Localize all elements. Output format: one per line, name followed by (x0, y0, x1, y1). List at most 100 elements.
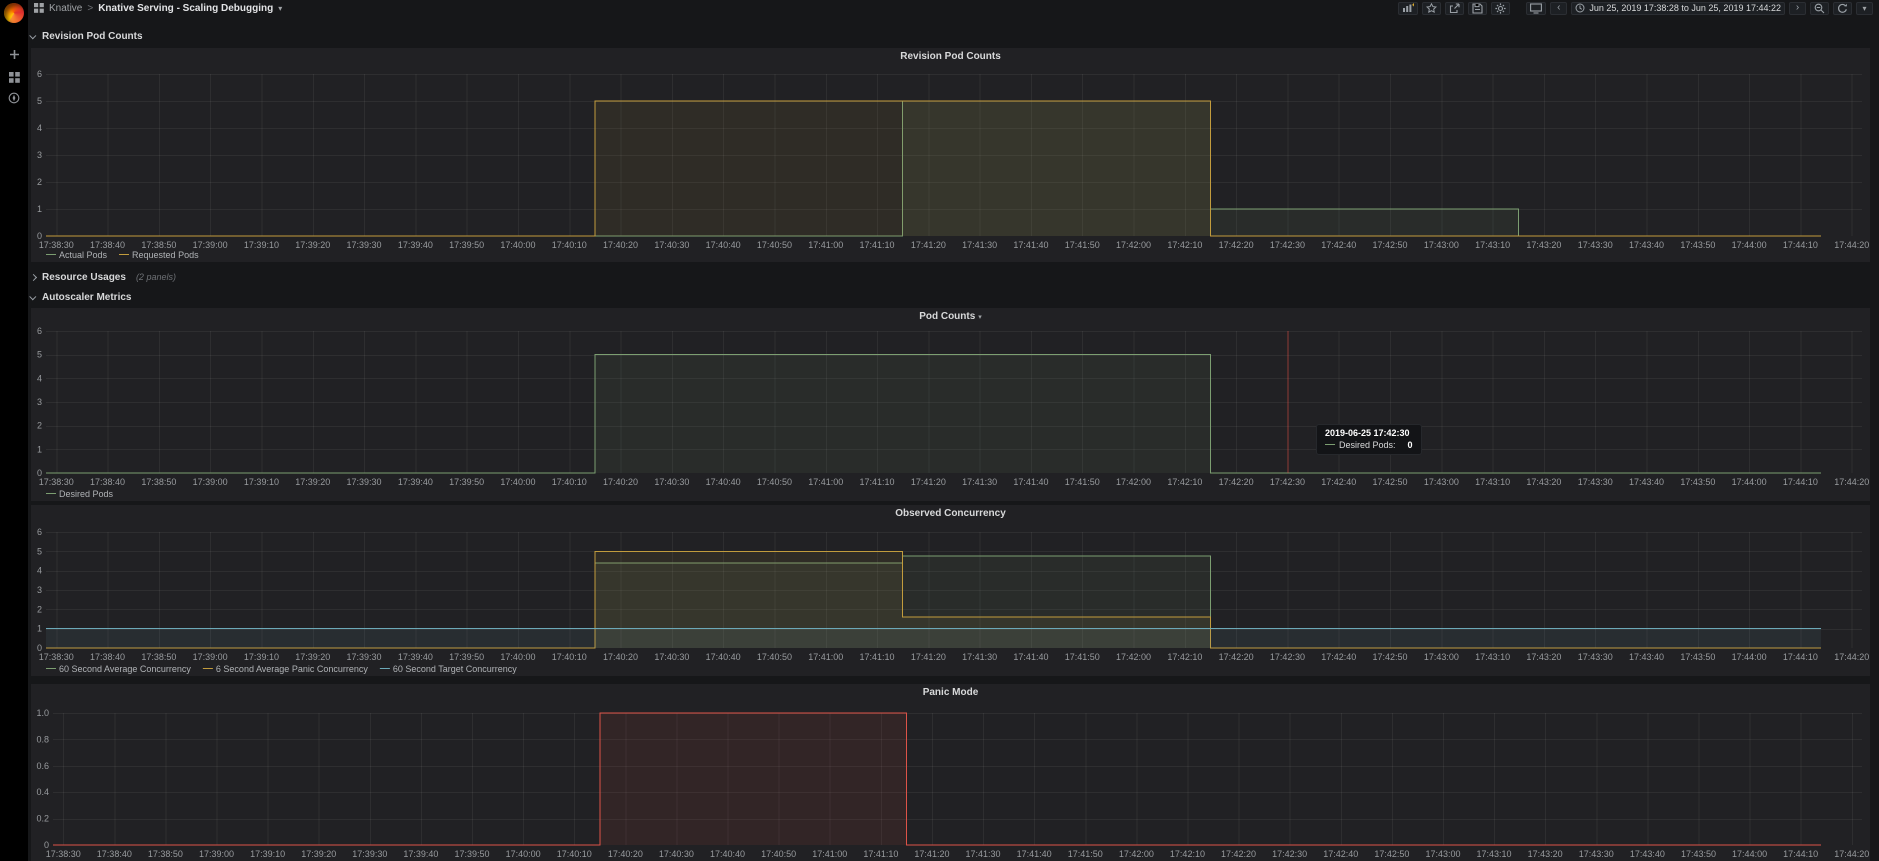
tv-mode-button[interactable] (1526, 1, 1547, 15)
panel-title[interactable]: Observed Concurrency (31, 505, 1870, 521)
settings-button[interactable] (1491, 1, 1511, 15)
svg-text:17:43:10: 17:43:10 (1475, 240, 1510, 250)
svg-text:17:40:20: 17:40:20 (603, 240, 638, 250)
panel-revision-pod-counts: Revision Pod Counts 0 1 2 3 4 5 6 17:38:30 17:38… (31, 48, 1870, 262)
svg-text:17:39:40: 17:39:40 (398, 652, 433, 662)
chart-plot[interactable]: 0 1 2 3 4 5 6 17:38:30 17:38:40 17:38:50 17:39:00 1… (31, 64, 1870, 257)
svg-text:6: 6 (37, 326, 42, 336)
svg-text:17:43:50: 17:43:50 (1680, 652, 1715, 662)
refresh-interval-caret[interactable]: ▾ (1856, 1, 1873, 15)
svg-text:17:41:50: 17:41:50 (1065, 240, 1100, 250)
svg-text:17:39:10: 17:39:10 (244, 477, 279, 487)
svg-text:17:44:00: 17:44:00 (1732, 240, 1767, 250)
svg-text:17:43:30: 17:43:30 (1578, 652, 1613, 662)
time-shift-back-button[interactable]: ‹ (1550, 1, 1568, 15)
panel-title[interactable]: Panic Mode (31, 684, 1870, 700)
grafana-logo-icon[interactable] (4, 3, 24, 23)
dashboard-title[interactable]: Knative Serving - Scaling Debugging (98, 3, 273, 14)
svg-text:1.0: 1.0 (36, 708, 49, 718)
row-resource-usages[interactable]: Resource Usages (2 panels) (29, 269, 176, 285)
legend-item[interactable]: — Desired Pods (46, 489, 113, 500)
breadcrumb-separator: > (87, 2, 94, 14)
panel-menu-caret-icon[interactable]: ▾ (978, 313, 982, 321)
svg-text:17:39:30: 17:39:30 (352, 849, 387, 859)
svg-text:17:42:50: 17:42:50 (1374, 849, 1409, 859)
svg-text:17:42:30: 17:42:30 (1270, 477, 1305, 487)
create-plus-icon[interactable] (0, 45, 28, 63)
svg-text:17:39:30: 17:39:30 (347, 652, 382, 662)
zoom-out-button[interactable] (1810, 1, 1829, 15)
svg-text:17:42:00: 17:42:00 (1116, 240, 1151, 250)
legend-label: 60 Second Average Concurrency (59, 664, 191, 674)
svg-text:17:39:40: 17:39:40 (398, 240, 433, 250)
panel-pod-counts: Pod Counts ▾ 0 1 2 3 4 5 6 17:38:30 17:38:40 17:38… (31, 308, 1870, 501)
svg-text:17:41:30: 17:41:30 (962, 652, 997, 662)
chart-legend: —60 Second Average Concurrency —6 Second … (46, 663, 517, 675)
share-button[interactable] (1445, 1, 1465, 15)
breadcrumb-folder[interactable]: Knative (49, 3, 82, 14)
time-shift-forward-button[interactable]: › (1789, 1, 1806, 15)
svg-text:17:42:30: 17:42:30 (1270, 240, 1305, 250)
svg-text:17:41:40: 17:41:40 (1013, 240, 1048, 250)
svg-text:17:44:00: 17:44:00 (1732, 477, 1767, 487)
dashboards-icon[interactable] (0, 68, 28, 86)
svg-text:2: 2 (37, 604, 42, 614)
svg-text:4: 4 (37, 373, 42, 383)
svg-text:17:44:10: 17:44:10 (1783, 849, 1818, 859)
row-revision-pod-counts[interactable]: Revision Pod Counts (29, 28, 143, 44)
svg-text:17:40:40: 17:40:40 (710, 849, 745, 859)
svg-text:17:39:10: 17:39:10 (244, 240, 279, 250)
svg-text:17:41:40: 17:41:40 (1013, 477, 1048, 487)
chart-plot[interactable]: 0 0.2 0.4 0.6 0.8 1.0 17:38:30 17:38:40 17:38:50… (31, 700, 1870, 861)
svg-text:17:39:00: 17:39:00 (193, 477, 228, 487)
legend-item[interactable]: — Actual Pods (46, 249, 107, 261)
dashboard-title-caret-icon[interactable]: ▾ (278, 4, 282, 13)
svg-text:17:43:40: 17:43:40 (1629, 477, 1664, 487)
svg-text:17:44:20: 17:44:20 (1834, 477, 1869, 487)
row-autoscaler-metrics[interactable]: Autoscaler Metrics (29, 289, 131, 305)
svg-text:17:40:50: 17:40:50 (761, 849, 796, 859)
svg-text:17:43:10: 17:43:10 (1475, 477, 1510, 487)
chart-plot[interactable]: 0 1 2 3 4 5 6 17:38:30 17:38:40 17:38:50 17:39:00 1… (31, 521, 1870, 669)
svg-text:17:38:30: 17:38:30 (39, 652, 74, 662)
time-range-label: Jun 25, 2019 17:38:28 to Jun 25, 2019 17… (1589, 3, 1781, 13)
svg-text:17:40:40: 17:40:40 (706, 652, 741, 662)
legend-item[interactable]: —60 Second Target Concurrency (380, 664, 517, 675)
chart-plot[interactable]: 0 1 2 3 4 5 6 17:38:30 17:38:40 17:38:50 17:39:00 1… (31, 324, 1870, 494)
refresh-button[interactable] (1833, 1, 1852, 15)
svg-text:17:38:50: 17:38:50 (141, 477, 176, 487)
svg-text:4: 4 (37, 123, 42, 133)
save-button[interactable] (1468, 1, 1488, 15)
time-range-picker[interactable]: Jun 25, 2019 17:38:28 to Jun 25, 2019 17… (1571, 1, 1785, 15)
panel-title[interactable]: Pod Counts ▾ (31, 308, 1870, 324)
svg-text:17:39:50: 17:39:50 (455, 849, 490, 859)
svg-text:17:39:40: 17:39:40 (398, 477, 433, 487)
star-button[interactable] (1422, 1, 1442, 15)
series-dash-icon: — (46, 249, 56, 260)
svg-text:3: 3 (37, 397, 42, 407)
svg-text:4: 4 (37, 566, 42, 576)
svg-text:17:42:20: 17:42:20 (1221, 849, 1256, 859)
legend-item[interactable]: — Requested Pods (119, 250, 199, 261)
svg-text:17:40:00: 17:40:00 (506, 849, 541, 859)
svg-text:17:39:00: 17:39:00 (199, 849, 234, 859)
add-panel-button[interactable] (1398, 1, 1419, 15)
svg-text:17:40:20: 17:40:20 (608, 849, 643, 859)
svg-text:17:42:10: 17:42:10 (1170, 849, 1205, 859)
panel-observed-concurrency: Observed Concurrency 0 1 2 3 4 5 6 17:38:30 17:3… (31, 505, 1870, 676)
legend-item[interactable]: —6 Second Average Panic Concurrency (203, 664, 368, 675)
legend-item[interactable]: —60 Second Average Concurrency (46, 663, 191, 675)
legend-label: 6 Second Average Panic Concurrency (215, 664, 368, 674)
svg-text:17:43:00: 17:43:00 (1424, 477, 1459, 487)
series-dash-icon: — (46, 663, 56, 674)
explore-icon[interactable] (0, 89, 28, 107)
chart-legend: — Actual Pods — Requested Pods (46, 249, 199, 261)
svg-text:17:39:50: 17:39:50 (449, 240, 484, 250)
svg-text:17:42:30: 17:42:30 (1270, 652, 1305, 662)
svg-text:17:43:20: 17:43:20 (1526, 477, 1561, 487)
svg-text:17:43:30: 17:43:30 (1578, 477, 1613, 487)
svg-text:17:40:00: 17:40:00 (500, 240, 535, 250)
panel-title[interactable]: Revision Pod Counts (31, 48, 1870, 64)
svg-text:17:42:40: 17:42:40 (1321, 652, 1356, 662)
svg-text:17:39:00: 17:39:00 (193, 652, 228, 662)
